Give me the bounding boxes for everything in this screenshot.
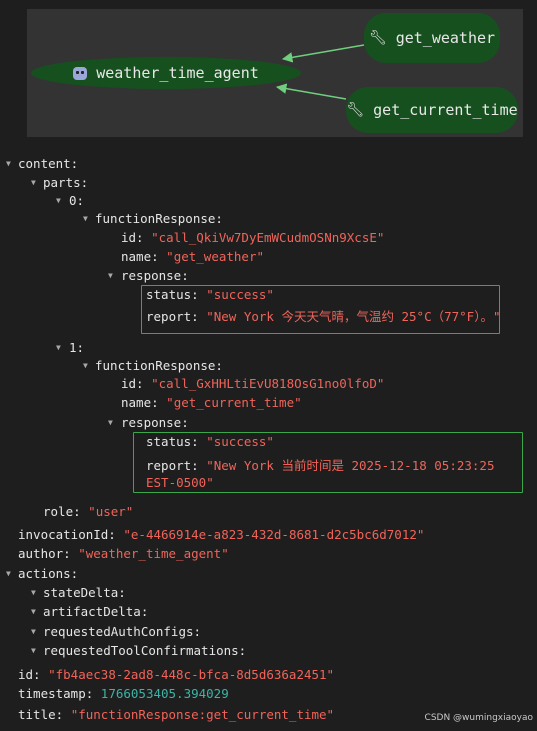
field-report: report: "New York 当前时间是 2025-12-18 05:23… bbox=[146, 458, 495, 490]
tree-node-state-delta: stateDelta: bbox=[43, 585, 126, 600]
field-author: author: "weather_time_agent" bbox=[18, 546, 229, 561]
field-role: role: "user" bbox=[43, 504, 134, 519]
response-highlight-box: status: "success" report: "New York 今天天气… bbox=[141, 285, 500, 334]
tree-node-response: response: bbox=[121, 415, 189, 430]
field-report: report: "New York 今天天气晴，气温约 25°C（77°F）。" bbox=[146, 309, 501, 324]
watermark: CSDN @wumingxiaoyao bbox=[424, 713, 533, 723]
tree-node-artifact-delta: artifactDelta: bbox=[43, 604, 149, 619]
toggle-caret-icon[interactable]: ▼ bbox=[6, 155, 11, 173]
field-title: title: "functionResponse:get_current_tim… bbox=[18, 707, 335, 722]
field-timestamp: timestamp: 1766053405.394029 bbox=[18, 686, 229, 701]
field-id: id: "call_GxHHLtiEvU818OsG1no0lfoD" bbox=[121, 376, 385, 391]
field-status: status: "success" bbox=[146, 287, 274, 302]
toggle-caret-icon[interactable]: ▼ bbox=[31, 642, 36, 660]
toggle-caret-icon[interactable]: ▼ bbox=[56, 192, 61, 210]
field-id: id: "call_QkiVw7DyEmWCudmOSNn9XcsE" bbox=[121, 230, 385, 245]
tree-node-part-1: 1: bbox=[69, 340, 85, 355]
json-tree: ▼ content: ▼ parts: ▼ 0: ▼ functionRespo… bbox=[0, 0, 537, 731]
toggle-caret-icon[interactable]: ▼ bbox=[56, 339, 61, 357]
toggle-caret-icon[interactable]: ▼ bbox=[31, 603, 36, 621]
field-status: status: "success" bbox=[146, 434, 274, 449]
field-name: name: "get_current_time" bbox=[121, 395, 302, 410]
tree-node-function-response: functionResponse: bbox=[95, 211, 223, 226]
tree-node-requested-auth-configs: requestedAuthConfigs: bbox=[43, 624, 202, 639]
toggle-caret-icon[interactable]: ▼ bbox=[108, 414, 113, 432]
tree-node-content: content: bbox=[18, 156, 79, 171]
tree-node-function-response: functionResponse: bbox=[95, 358, 223, 373]
response-highlight-box: status: "success" report: "New York 当前时间… bbox=[133, 432, 523, 493]
toggle-caret-icon[interactable]: ▼ bbox=[6, 565, 11, 583]
toggle-caret-icon[interactable]: ▼ bbox=[83, 210, 88, 228]
tree-node-parts: parts: bbox=[43, 175, 89, 190]
toggle-caret-icon[interactable]: ▼ bbox=[31, 623, 36, 641]
tree-node-part-0: 0: bbox=[69, 193, 85, 208]
field-name: name: "get_weather" bbox=[121, 249, 265, 264]
field-event-id: id: "fb4aec38-2ad8-448c-bfca-8d5d636a245… bbox=[18, 667, 335, 682]
toggle-caret-icon[interactable]: ▼ bbox=[31, 584, 36, 602]
toggle-caret-icon[interactable]: ▼ bbox=[108, 267, 113, 285]
field-invocation-id: invocationId: "e-4466914e-a823-432d-8681… bbox=[18, 527, 425, 542]
toggle-caret-icon[interactable]: ▼ bbox=[31, 174, 36, 192]
tree-node-actions: actions: bbox=[18, 566, 79, 581]
toggle-caret-icon[interactable]: ▼ bbox=[83, 357, 88, 375]
tree-node-requested-tool-confirmations: requestedToolConfirmations: bbox=[43, 643, 247, 658]
tree-node-response: response: bbox=[121, 268, 189, 283]
